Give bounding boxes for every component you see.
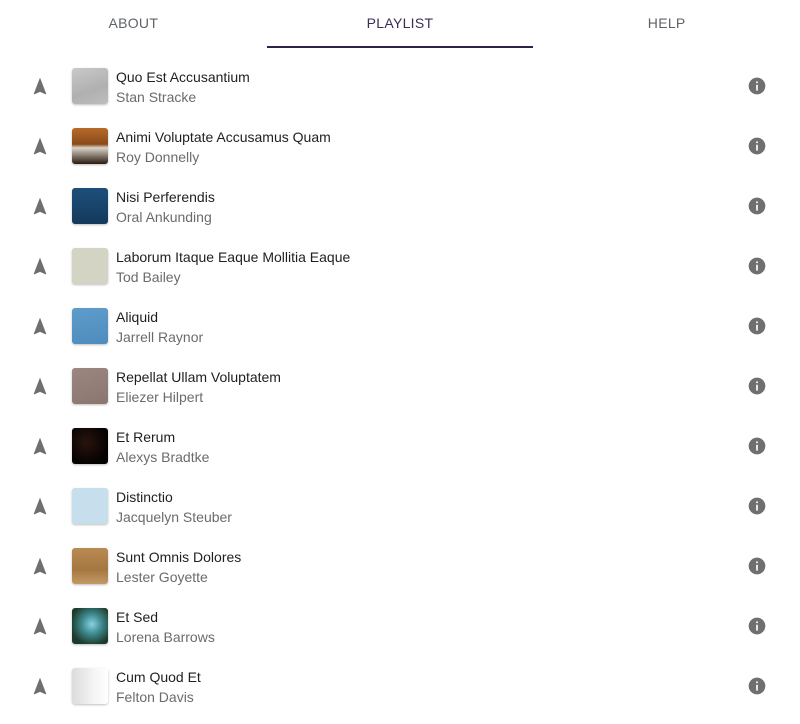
- track-title: Animi Voluptate Accusamus Quam: [116, 129, 331, 145]
- track-artist: Lorena Barrows: [116, 629, 215, 645]
- info-icon[interactable]: [747, 616, 767, 636]
- info-icon[interactable]: [747, 256, 767, 276]
- track-artist: Felton Davis: [116, 689, 194, 705]
- tab-playlist[interactable]: PLAYLIST: [266, 0, 534, 48]
- track-title: Quo Est Accusantium: [116, 69, 250, 85]
- info-icon[interactable]: [747, 196, 767, 216]
- navigation-arrow-icon[interactable]: [30, 556, 50, 576]
- list-item[interactable]: Laborum Itaque Eaque Mollitia Eaque Tod …: [0, 236, 800, 296]
- track-title: Et Rerum: [116, 429, 176, 445]
- album-thumbnail: [72, 248, 108, 284]
- track-artist: Jarrell Raynor: [116, 329, 204, 345]
- list-item[interactable]: Animi Voluptate Accusamus Quam Roy Donne…: [0, 116, 800, 176]
- track-artist: Tod Bailey: [116, 269, 181, 285]
- track-title: Et Sed: [116, 609, 159, 625]
- album-thumbnail: [72, 128, 108, 164]
- navigation-arrow-icon[interactable]: [30, 376, 50, 396]
- navigation-arrow-icon[interactable]: [30, 76, 50, 96]
- list-item[interactable]: Distinctio Jacquelyn Steuber: [0, 476, 800, 536]
- album-thumbnail: [72, 188, 108, 224]
- tab-help[interactable]: HELP: [533, 0, 800, 48]
- track-artist: Oral Ankunding: [116, 209, 212, 225]
- track-text: Aliquid Jarrell Raynor: [116, 308, 203, 346]
- list-item[interactable]: Nisi Perferendis Oral Ankunding: [0, 176, 800, 236]
- track-text: Cum Quod Et Felton Davis: [116, 668, 201, 706]
- track-artist: Roy Donnelly: [116, 149, 200, 165]
- track-title: Nisi Perferendis: [116, 189, 215, 205]
- list-item[interactable]: Cum Quod Et Felton Davis: [0, 656, 800, 716]
- navigation-arrow-icon[interactable]: [30, 196, 50, 216]
- navigation-arrow-icon[interactable]: [30, 676, 50, 696]
- track-text: Et Sed Lorena Barrows: [116, 608, 215, 646]
- track-title: Repellat Ullam Voluptatem: [116, 369, 281, 385]
- list-item[interactable]: Aliquid Jarrell Raynor: [0, 296, 800, 356]
- info-icon[interactable]: [747, 676, 767, 696]
- info-icon[interactable]: [747, 496, 767, 516]
- list-item[interactable]: Sunt Omnis Dolores Lester Goyette: [0, 536, 800, 596]
- album-thumbnail: [72, 68, 108, 104]
- track-title: Cum Quod Et: [116, 669, 201, 685]
- tab-about[interactable]: ABOUT: [0, 0, 267, 48]
- info-icon[interactable]: [747, 376, 767, 396]
- list-item[interactable]: Et Rerum Alexys Bradtke: [0, 416, 800, 476]
- album-thumbnail: [72, 368, 108, 404]
- navigation-arrow-icon[interactable]: [30, 256, 50, 276]
- track-artist: Stan Stracke: [116, 89, 197, 105]
- track-text: Distinctio Jacquelyn Steuber: [116, 488, 232, 526]
- info-icon[interactable]: [747, 76, 767, 96]
- album-thumbnail: [72, 548, 108, 584]
- list-item[interactable]: Repellat Ullam Voluptatem Eliezer Hilper…: [0, 356, 800, 416]
- navigation-arrow-icon[interactable]: [30, 436, 50, 456]
- track-title: Sunt Omnis Dolores: [116, 549, 242, 565]
- track-text: Sunt Omnis Dolores Lester Goyette: [116, 548, 241, 586]
- track-title: Aliquid: [116, 309, 159, 325]
- album-thumbnail: [72, 308, 108, 344]
- album-thumbnail: [72, 428, 108, 464]
- track-artist: Eliezer Hilpert: [116, 389, 204, 405]
- navigation-arrow-icon[interactable]: [30, 496, 50, 516]
- album-thumbnail: [72, 668, 108, 704]
- navigation-arrow-icon[interactable]: [30, 616, 50, 636]
- info-icon[interactable]: [747, 316, 767, 336]
- info-icon[interactable]: [747, 436, 767, 456]
- navigation-arrow-icon[interactable]: [30, 136, 50, 156]
- playlist: Quo Est Accusantium Stan Stracke Animi V…: [0, 56, 800, 716]
- track-title: Laborum Itaque Eaque Mollitia Eaque: [116, 249, 351, 265]
- album-thumbnail: [72, 488, 108, 524]
- tab-bar: ABOUT PLAYLIST HELP: [0, 0, 800, 48]
- track-text: Et Rerum Alexys Bradtke: [116, 428, 209, 466]
- track-artist: Jacquelyn Steuber: [116, 509, 232, 525]
- info-icon[interactable]: [747, 556, 767, 576]
- list-item[interactable]: Et Sed Lorena Barrows: [0, 596, 800, 656]
- track-title: Distinctio: [116, 489, 173, 505]
- track-artist: Alexys Bradtke: [116, 449, 210, 465]
- track-text: Laborum Itaque Eaque Mollitia Eaque Tod …: [116, 248, 350, 286]
- track-text: Nisi Perferendis Oral Ankunding: [116, 188, 215, 226]
- track-text: Quo Est Accusantium Stan Stracke: [116, 68, 250, 106]
- track-text: Repellat Ullam Voluptatem Eliezer Hilper…: [116, 368, 281, 406]
- track-artist: Lester Goyette: [116, 569, 208, 585]
- list-item[interactable]: Quo Est Accusantium Stan Stracke: [0, 56, 800, 116]
- album-thumbnail: [72, 608, 108, 644]
- navigation-arrow-icon[interactable]: [30, 316, 50, 336]
- track-text: Animi Voluptate Accusamus Quam Roy Donne…: [116, 128, 331, 166]
- info-icon[interactable]: [747, 136, 767, 156]
